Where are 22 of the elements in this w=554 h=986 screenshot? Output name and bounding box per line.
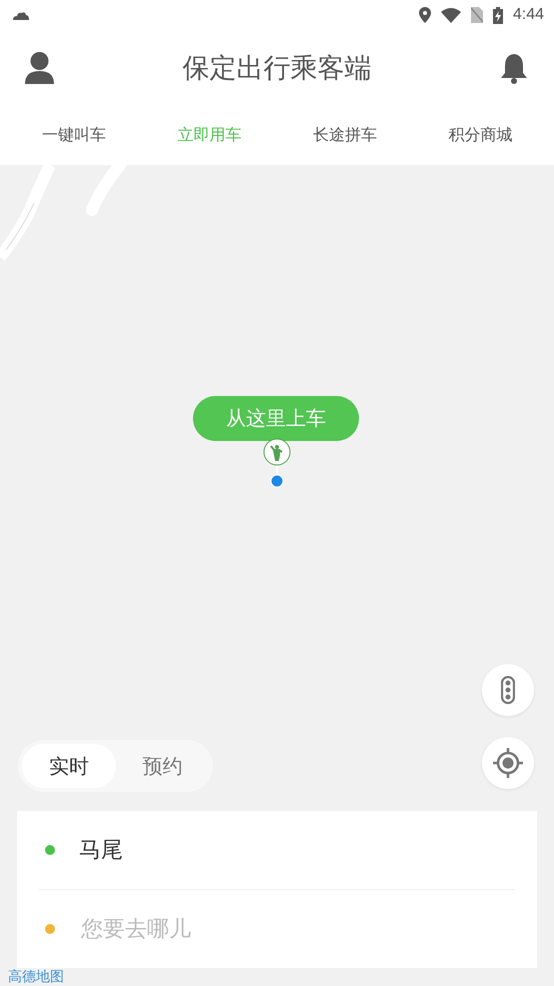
traffic-light-button[interactable] — [482, 664, 534, 716]
mode-option[interactable]: 实时 — [22, 744, 116, 788]
cloud-icon — [12, 10, 30, 20]
pickup-tooltip: 从这里上车 — [193, 396, 359, 441]
tab[interactable]: 长途拼车 — [312, 124, 377, 146]
battery-charging-icon — [492, 6, 503, 24]
location-icon — [418, 7, 431, 23]
traffic-light-icon — [501, 676, 515, 704]
tab[interactable]: 积分商城 — [448, 124, 512, 146]
map-logo: 高德地图 — [8, 968, 64, 986]
tab[interactable]: 一键叫车 — [42, 124, 106, 146]
app-title: 保定出行乘客端 — [182, 52, 372, 86]
destination-field[interactable]: 您要去哪儿 — [79, 916, 383, 942]
wifi-icon — [440, 8, 461, 22]
bell-icon[interactable] — [500, 52, 528, 84]
pickup-location[interactable]: 马尾 — [79, 835, 123, 865]
locate-button[interactable] — [482, 737, 534, 789]
user-profile-icon[interactable] — [25, 52, 54, 84]
no-sim-icon — [470, 7, 483, 23]
mode-option[interactable]: 预约 — [116, 744, 209, 788]
clock-time: 4:44 — [512, 6, 544, 24]
locate-icon — [492, 747, 524, 779]
